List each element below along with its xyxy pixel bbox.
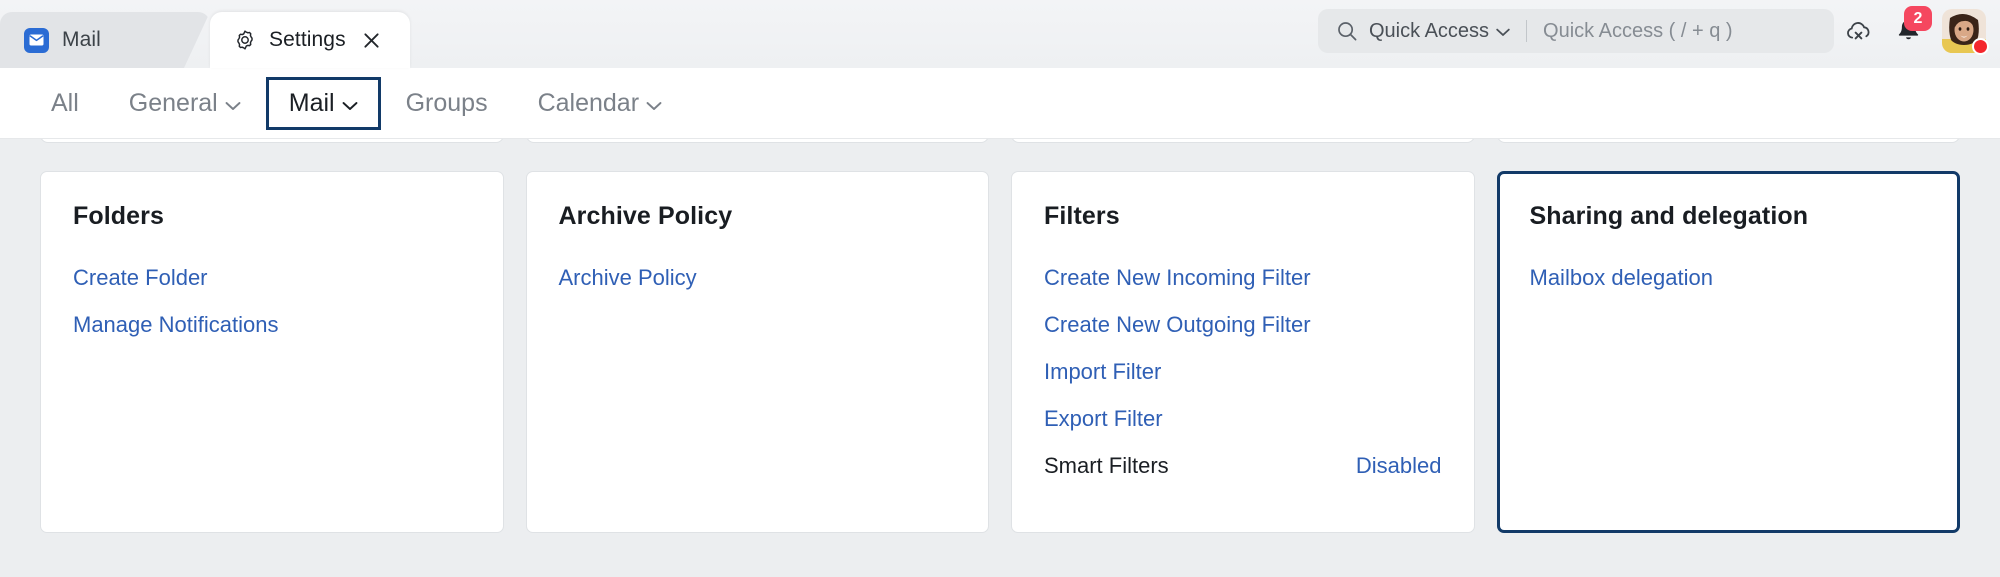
link-export-filter[interactable]: Export Filter xyxy=(1044,406,1442,432)
card-sharing-and-delegation-title: Sharing and delegation xyxy=(1530,202,1928,231)
topbar-controls: Quick Access Quick Access ( / + q ) xyxy=(1318,8,1986,54)
nav-item-all[interactable]: All xyxy=(26,77,104,130)
notifications-button[interactable]: 2 xyxy=(1884,8,1932,54)
chevron-down-icon xyxy=(646,89,662,118)
card-partial xyxy=(40,139,504,143)
chevron-down-icon xyxy=(1496,20,1510,43)
tab-settings-label: Settings xyxy=(269,28,346,52)
tab-list: Mail Settings xyxy=(0,0,410,68)
card-partial xyxy=(1011,139,1475,143)
link-mailbox-delegation[interactable]: Mailbox delegation xyxy=(1530,265,1928,291)
nav-item-all-label: All xyxy=(51,89,79,118)
nav-item-groups[interactable]: Groups xyxy=(381,77,513,130)
nav-item-general-label: General xyxy=(129,89,218,118)
gear-icon xyxy=(234,29,256,51)
chevron-down-icon xyxy=(342,89,358,118)
card-archive-policy-title: Archive Policy xyxy=(559,202,957,231)
card-sharing-and-delegation[interactable]: Sharing and delegation Mailbox delegatio… xyxy=(1497,171,1961,533)
nav-item-groups-label: Groups xyxy=(406,89,488,118)
card-folders: Folders Create Folder Manage Notificatio… xyxy=(40,171,504,533)
search-icon xyxy=(1336,20,1358,42)
close-icon[interactable] xyxy=(359,27,385,53)
status-badge xyxy=(1972,38,1989,55)
card-archive-policy: Archive Policy Archive Policy xyxy=(526,171,990,533)
tab-mail-label: Mail xyxy=(62,28,101,52)
card-folders-title: Folders xyxy=(73,202,471,231)
link-manage-notifications[interactable]: Manage Notifications xyxy=(73,312,471,338)
row-smart-filters-label: Smart Filters xyxy=(1044,453,1169,479)
row-smart-filters-value[interactable]: Disabled xyxy=(1356,453,1442,479)
notification-badge: 2 xyxy=(1904,6,1932,31)
search-input[interactable]: Quick Access Quick Access ( / + q ) xyxy=(1318,9,1834,53)
nav-item-general[interactable]: General xyxy=(104,77,266,130)
card-filters: Filters Create New Incoming Filter Creat… xyxy=(1011,171,1475,533)
nav-item-calendar-label: Calendar xyxy=(538,89,639,118)
nav-item-calendar[interactable]: Calendar xyxy=(513,77,687,130)
nav-item-mail[interactable]: Mail xyxy=(266,77,381,130)
chevron-down-icon xyxy=(225,89,241,118)
tab-mail[interactable]: Mail xyxy=(0,12,210,68)
link-create-new-outgoing-filter[interactable]: Create New Outgoing Filter xyxy=(1044,312,1442,338)
card-partial xyxy=(1497,139,1961,143)
card-partial xyxy=(526,139,990,143)
cloud-offline-icon[interactable] xyxy=(1834,8,1884,54)
tab-settings[interactable]: Settings xyxy=(210,12,410,68)
link-create-folder[interactable]: Create Folder xyxy=(73,265,471,291)
search-scope-label: Quick Access xyxy=(1369,20,1489,43)
link-archive-policy[interactable]: Archive Policy xyxy=(559,265,957,291)
settings-nav: All General Mail Groups Calendar xyxy=(0,68,2000,139)
browser-tab-strip: Mail Settings xyxy=(0,0,2000,68)
card-filters-title: Filters xyxy=(1044,202,1442,231)
search-placeholder: Quick Access ( / + q ) xyxy=(1543,20,1733,43)
search-scope-dropdown[interactable]: Quick Access xyxy=(1369,20,1510,43)
nav-item-mail-label: Mail xyxy=(289,89,335,118)
link-create-new-incoming-filter[interactable]: Create New Incoming Filter xyxy=(1044,265,1442,291)
search-divider xyxy=(1526,20,1527,42)
mail-icon xyxy=(24,28,49,53)
avatar[interactable] xyxy=(1942,9,1986,53)
settings-content: Folders Create Folder Manage Notificatio… xyxy=(0,139,2000,577)
link-import-filter[interactable]: Import Filter xyxy=(1044,359,1442,385)
settings-card-grid: Folders Create Folder Manage Notificatio… xyxy=(40,171,1960,533)
row-smart-filters: Smart Filters Disabled xyxy=(1044,453,1442,479)
previous-card-row-partial xyxy=(40,139,1960,143)
